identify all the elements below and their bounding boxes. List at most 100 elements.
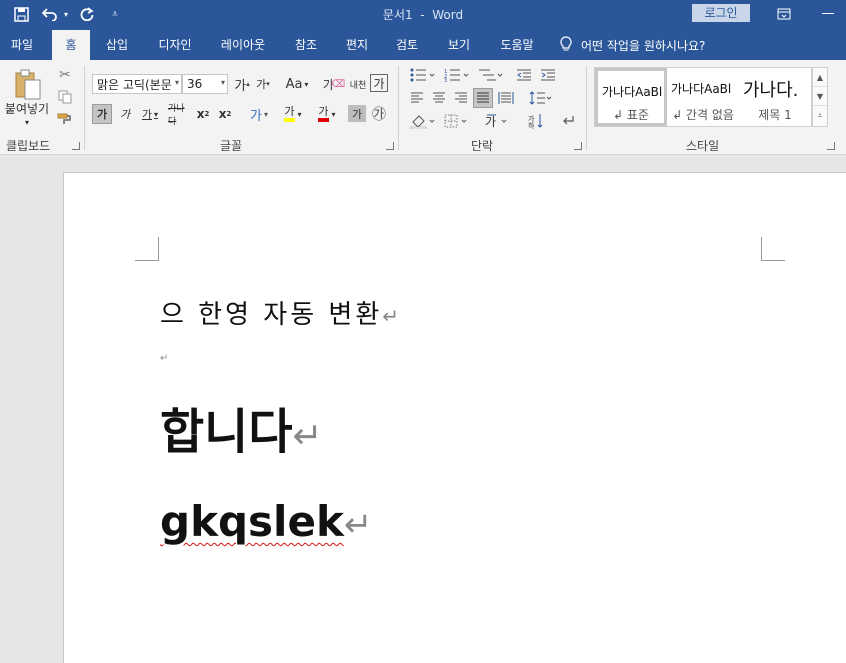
change-case-button[interactable]: Aa ▾	[283, 74, 311, 94]
font-name-combobox[interactable]: 맑은 고딕(본문 ▾	[92, 74, 182, 94]
character-shading-button[interactable]: 가	[348, 105, 366, 122]
paragraph-mark-icon: ↵	[160, 353, 169, 364]
increase-indent-button[interactable]	[538, 66, 558, 84]
app-name: Word	[432, 8, 464, 22]
customize-qat-icon[interactable]: ⩡	[108, 3, 122, 25]
minimize-icon[interactable]	[818, 3, 838, 25]
distributed-button[interactable]	[496, 89, 516, 107]
style-no-spacing[interactable]: 가나다AaBl ↲ 간격 없음	[667, 68, 739, 126]
chevron-down-icon[interactable]: ▼	[813, 87, 827, 106]
crop-mark-right	[761, 237, 785, 261]
bold-button[interactable]: 가	[92, 104, 112, 124]
lightbulb-icon	[560, 35, 572, 55]
undo-dropdown-icon[interactable]: ▾	[60, 3, 72, 25]
group-separator	[84, 66, 85, 150]
paragraph-text: 합니다	[160, 404, 293, 460]
title-bar: ▾ ⩡ 문서1 - Word 로그인	[0, 0, 846, 30]
shrink-font-button[interactable]: 가 ▾	[254, 74, 272, 94]
enclose-characters-button[interactable]: ㉮	[370, 104, 388, 124]
style-heading-1[interactable]: 가나다. 제목 1	[739, 68, 811, 126]
strikethrough-button[interactable]: 가나다	[168, 104, 190, 127]
style-name: ↲ 표준	[613, 108, 649, 122]
paragraph-mark-icon: ↵	[382, 304, 402, 328]
styles-launcher-icon[interactable]	[827, 142, 835, 150]
format-painter-icon[interactable]	[56, 110, 74, 128]
phonetic-guide-button[interactable]: 내천	[347, 74, 369, 94]
ribbon-display-icon[interactable]	[774, 3, 794, 25]
tab-mailings[interactable]: 편지	[336, 30, 378, 60]
shading-button[interactable]	[408, 112, 438, 130]
tab-help[interactable]: 도움말	[490, 30, 544, 60]
justify-button[interactable]	[473, 88, 493, 108]
font-size-combobox[interactable]: 36 ▾	[182, 74, 228, 94]
italic-button[interactable]: 가	[115, 104, 135, 124]
superscript-button[interactable]: x2	[216, 104, 234, 124]
cut-icon[interactable]: ✂	[56, 66, 74, 84]
document-page[interactable]: 으 한영 자동 변환↵ ↵ 합니다↵ gkqslek↵	[63, 172, 846, 663]
tab-references[interactable]: 참조	[284, 30, 328, 60]
tab-file[interactable]: 파일	[0, 30, 44, 60]
borders-button[interactable]	[442, 112, 472, 130]
tab-view[interactable]: 보기	[438, 30, 480, 60]
style-gallery-scroll: ▲ ▼ ⩡	[812, 67, 828, 127]
style-preview: 가나다.	[743, 80, 799, 101]
clear-formatting-button[interactable]: 가 ⌫	[323, 74, 345, 94]
style-name: ↲ 간격 없음	[672, 108, 734, 122]
sort-button[interactable]: 가하	[526, 112, 546, 130]
styles-group-label: 스타일	[686, 139, 720, 153]
decrease-indent-button[interactable]	[514, 66, 534, 84]
tab-insert[interactable]: 삽입	[96, 30, 138, 60]
paste-icon[interactable]	[10, 68, 46, 102]
show-hide-marks-button[interactable]	[558, 112, 578, 130]
tab-design[interactable]: 디자인	[148, 30, 202, 60]
chevron-up-icon[interactable]: ▲	[813, 68, 827, 87]
chevron-down-icon[interactable]: ▾	[175, 78, 179, 87]
multilevel-list-button[interactable]	[476, 66, 506, 84]
paragraph-group-label: 단락	[471, 139, 494, 153]
paste-button[interactable]: 붙여넣기	[2, 100, 52, 116]
clipboard-launcher-icon[interactable]	[72, 142, 80, 150]
document-line-3: 합니다↵	[160, 392, 323, 462]
paste-dropdown-icon[interactable]: ▾	[20, 117, 34, 127]
align-center-button[interactable]	[430, 89, 448, 107]
login-button[interactable]: 로그인	[692, 4, 750, 22]
font-launcher-icon[interactable]	[386, 142, 394, 150]
underline-button[interactable]: 가 ▾	[138, 104, 162, 124]
font-group-label: 글꼴	[220, 139, 243, 153]
misspelled-text[interactable]: gkqslek	[160, 497, 344, 546]
tab-home[interactable]: 홈	[52, 30, 90, 60]
group-separator	[586, 66, 587, 150]
ribbon-tabs: 파일 홈 삽입 디자인 레이아웃 참조 편지 검토 보기 도움말 어떤 작업을 …	[0, 30, 846, 60]
text-effects-button[interactable]: 가 ▾	[246, 104, 272, 124]
svg-text:하: 하	[528, 121, 535, 129]
tab-layout[interactable]: 레이아웃	[212, 30, 274, 60]
gallery-more-icon[interactable]: ⩡	[813, 106, 827, 125]
font-color-button[interactable]: 가 ▾	[312, 104, 342, 124]
group-separator	[398, 66, 399, 150]
clipboard-group-label: 클립보드	[6, 139, 51, 153]
document-line-4: gkqslek↵	[160, 497, 372, 546]
bullets-button[interactable]	[408, 66, 438, 84]
svg-text:가: 가	[485, 115, 496, 129]
style-normal[interactable]: 가나다AaBl ↲ 표준	[595, 68, 667, 126]
grow-font-button[interactable]: 가 ▴	[233, 74, 251, 94]
chevron-down-icon[interactable]: ▾	[221, 78, 225, 87]
paragraph-mark-icon: ↵	[343, 505, 373, 545]
character-border-button[interactable]: 가	[370, 74, 388, 92]
asian-layout-button[interactable]: 가	[482, 112, 512, 130]
redo-icon[interactable]	[76, 3, 98, 25]
line-spacing-button[interactable]	[526, 89, 554, 107]
align-right-button[interactable]	[452, 89, 470, 107]
align-left-button[interactable]	[408, 89, 426, 107]
numbering-button[interactable]: 123	[442, 66, 472, 84]
font-size-value: 36	[187, 77, 203, 91]
save-icon[interactable]	[10, 3, 32, 25]
paragraph-launcher-icon[interactable]	[574, 142, 582, 150]
tell-me-box[interactable]: 어떤 작업을 원하시나요?	[560, 30, 705, 60]
copy-icon[interactable]	[56, 88, 74, 106]
highlight-color-button[interactable]: 가 ▾	[278, 104, 308, 124]
subscript-button[interactable]: x2	[194, 104, 212, 124]
undo-icon[interactable]	[40, 3, 60, 25]
tell-me-text: 어떤 작업을 원하시나요?	[581, 38, 706, 53]
tab-review[interactable]: 검토	[386, 30, 428, 60]
